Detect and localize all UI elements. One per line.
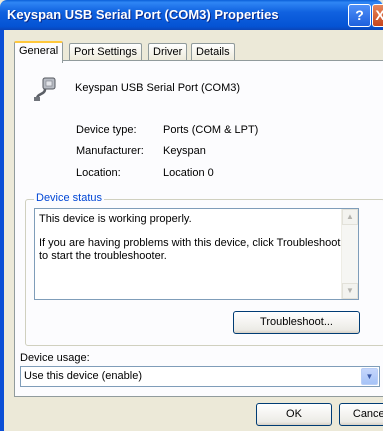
location-label: Location: — [76, 167, 121, 179]
troubleshoot-button[interactable]: Troubleshoot... — [233, 311, 360, 334]
device-status-textbox[interactable]: This device is working properly. If you … — [34, 208, 359, 300]
location-value: Location 0 — [163, 167, 214, 179]
tab-general[interactable]: General — [14, 41, 64, 63]
tab-details[interactable]: Details — [191, 43, 235, 61]
help-button[interactable]: ? — [348, 4, 371, 27]
device-usage-selected-value: Use this device (enable) — [24, 370, 143, 382]
cancel-button[interactable]: Cancel — [339, 403, 383, 426]
window-title: Keyspan USB Serial Port (COM3) Propertie… — [7, 7, 279, 22]
window-frame-left — [0, 30, 4, 431]
tab-driver[interactable]: Driver — [148, 43, 188, 61]
tab-port-settings[interactable]: Port Settings — [69, 43, 142, 61]
status-scrollbar[interactable]: ▲ ▼ — [341, 209, 358, 299]
device-name: Keyspan USB Serial Port (COM3) — [75, 82, 241, 94]
window-title-bar[interactable]: Keyspan USB Serial Port (COM3) Propertie… — [0, 0, 383, 30]
device-status-legend: Device status — [34, 192, 105, 204]
manufacturer-value: Keyspan — [163, 145, 206, 157]
scroll-up-arrow-icon[interactable]: ▲ — [342, 209, 358, 225]
status-line-1: This device is working properly. — [39, 213, 192, 225]
device-type-label: Device type: — [76, 124, 137, 136]
device-usage-select[interactable]: Use this device (enable) ▼ — [20, 366, 380, 387]
status-line-2: If you are having problems with this dev… — [39, 237, 341, 262]
close-button[interactable]: X — [372, 4, 383, 27]
device-type-value: Ports (COM & LPT) — [163, 124, 259, 136]
serial-port-connector-icon — [34, 77, 56, 101]
chevron-down-icon[interactable]: ▼ — [361, 368, 378, 385]
ok-button[interactable]: OK — [256, 403, 332, 426]
scroll-down-arrow-icon[interactable]: ▼ — [342, 283, 358, 299]
manufacturer-label: Manufacturer: — [76, 145, 144, 157]
device-usage-label: Device usage: — [20, 352, 90, 364]
